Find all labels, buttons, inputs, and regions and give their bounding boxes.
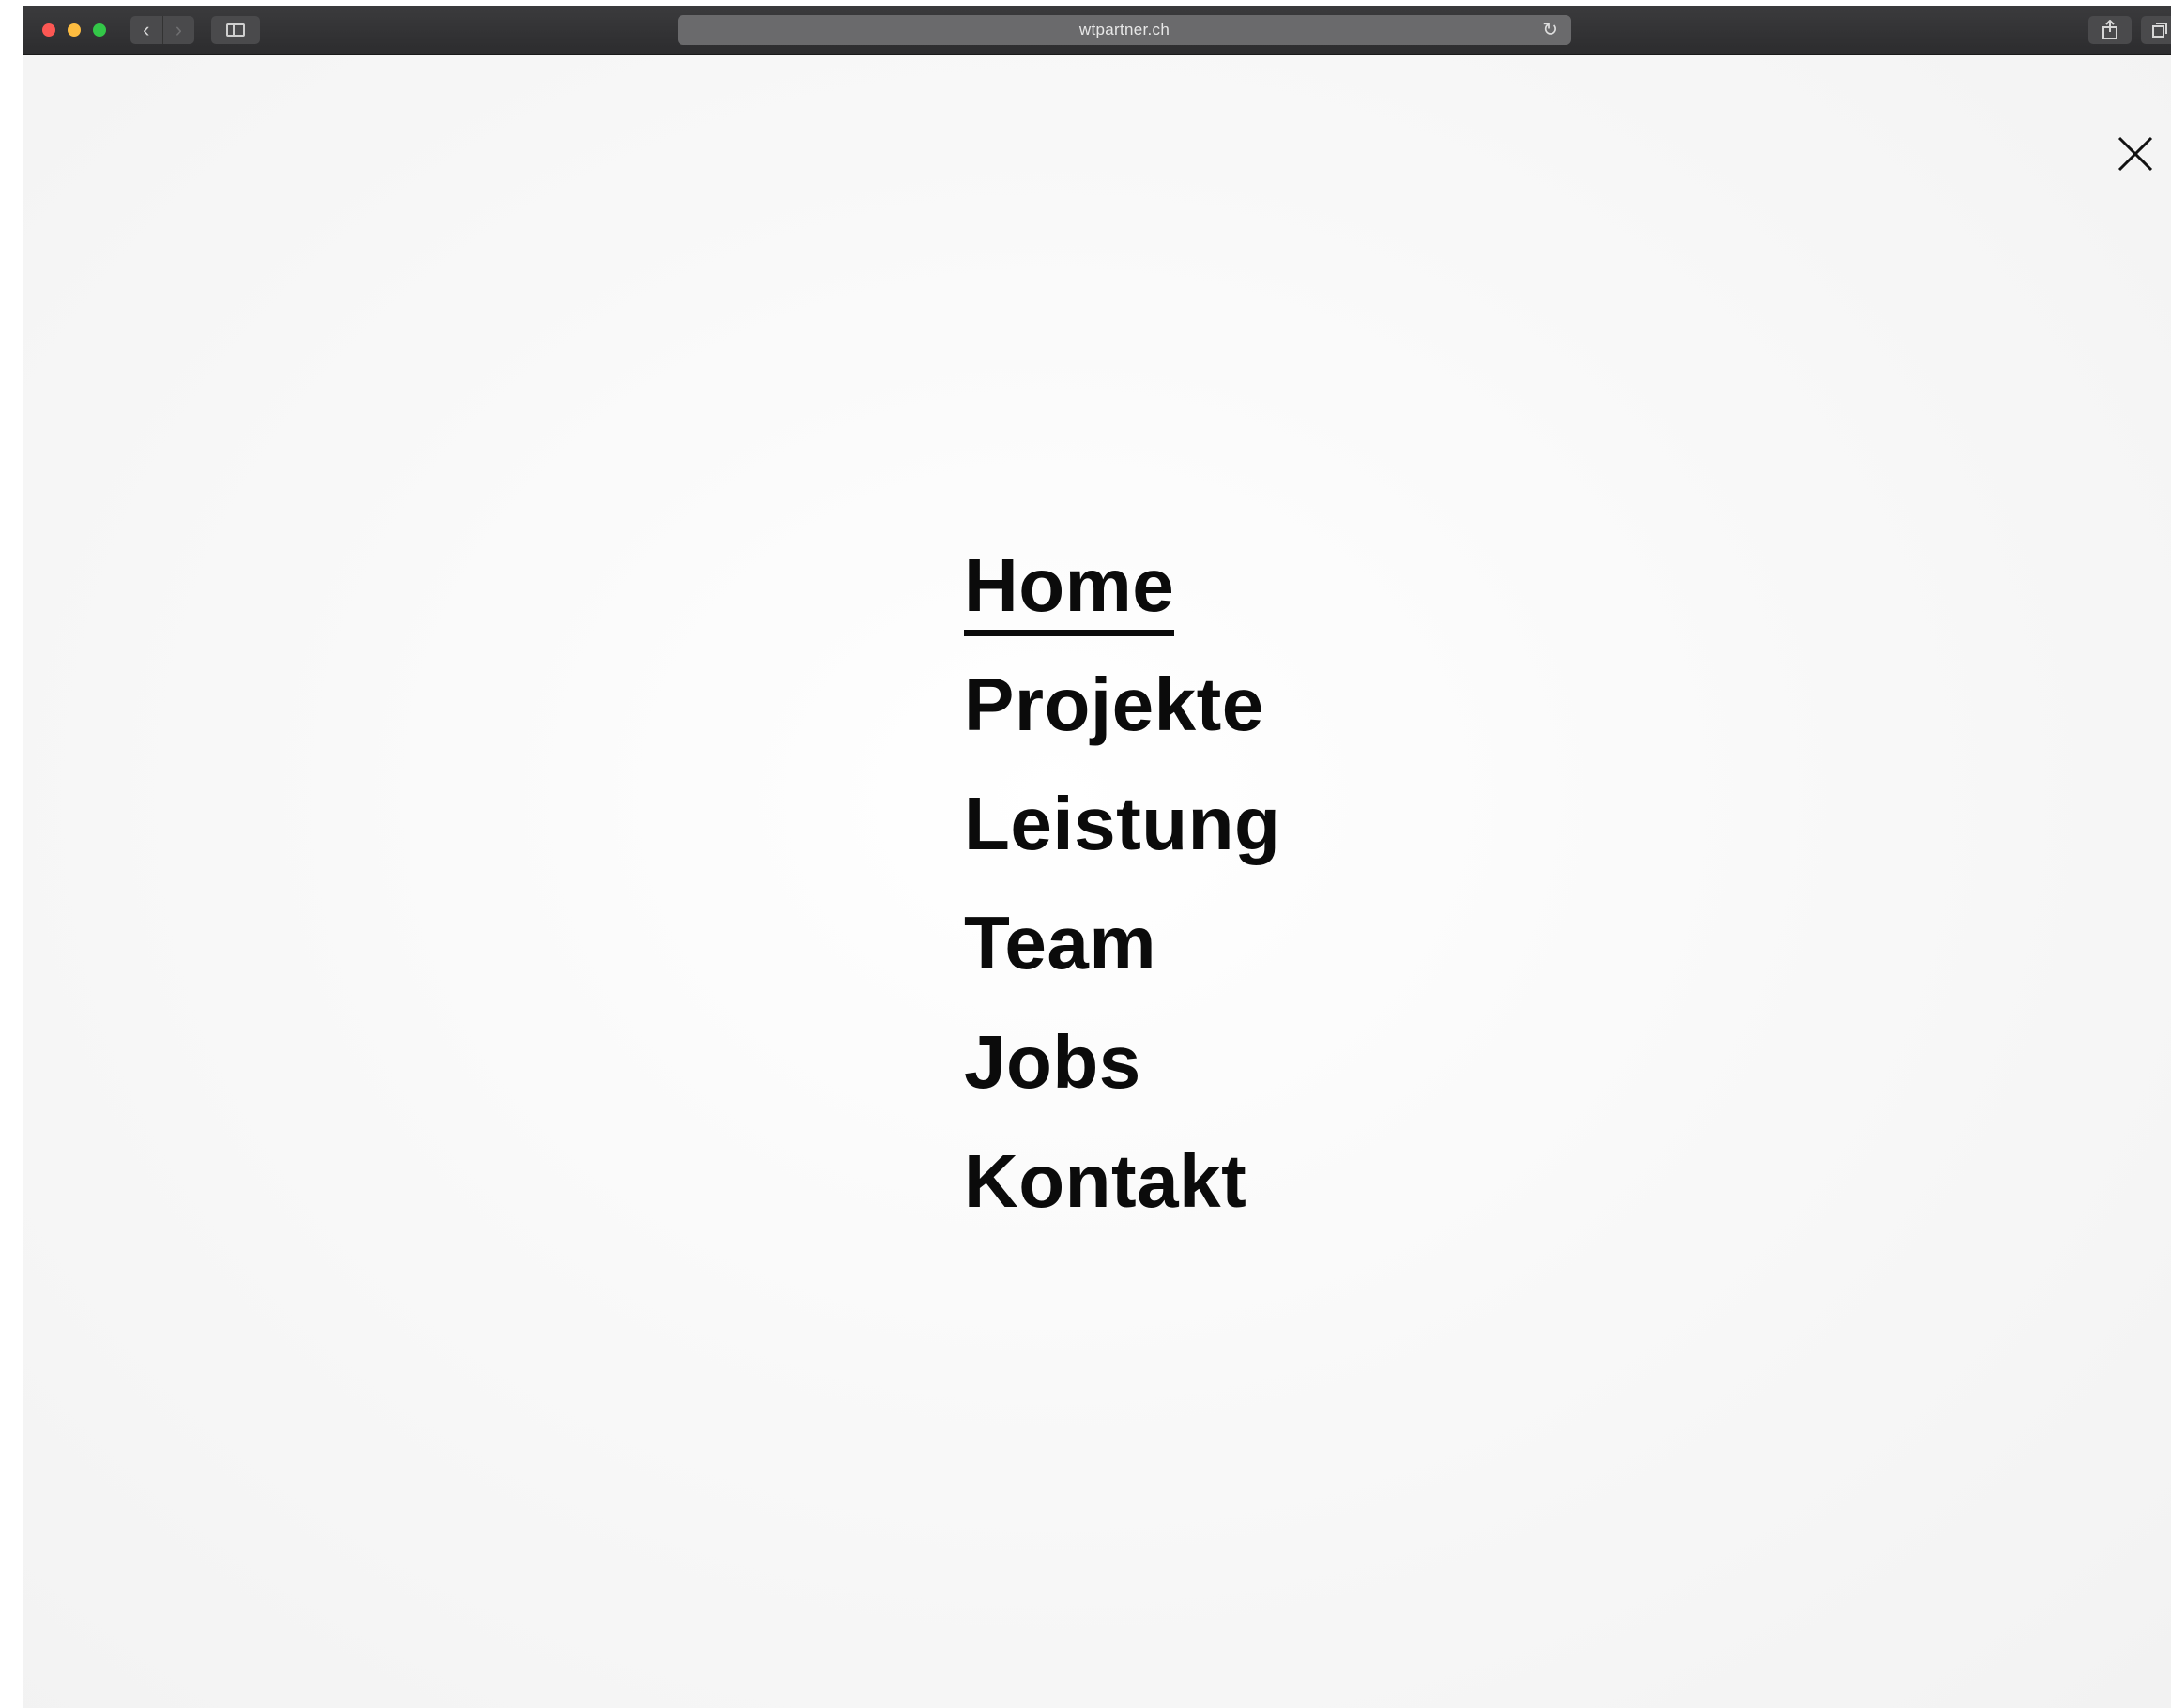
nav-link-leistung[interactable]: Leistung [964, 781, 1280, 867]
main-navigation: Home Projekte Leistung Team Jobs Kontakt [964, 542, 1280, 1258]
sidebar-toggle-button[interactable] [211, 16, 260, 44]
url-text: wtpartner.ch [1078, 21, 1170, 38]
nav-link-team[interactable]: Team [964, 900, 1156, 986]
back-button[interactable]: ‹ [130, 16, 163, 44]
tabs-overview-button[interactable] [2141, 16, 2171, 44]
close-window-button[interactable] [42, 23, 55, 37]
tabs-icon [2152, 23, 2167, 38]
nav-item-leistung: Leistung [964, 781, 1280, 900]
minimize-window-button[interactable] [68, 23, 81, 37]
browser-window: ‹ › wtpartner.ch ↻ Home Projekte Leistun… [23, 6, 2171, 1708]
sidebar-icon [226, 23, 245, 37]
nav-link-kontakt[interactable]: Kontakt [964, 1138, 1246, 1225]
address-bar[interactable]: wtpartner.ch ↻ [678, 15, 1571, 45]
reload-icon[interactable]: ↻ [1542, 19, 1558, 41]
zoom-window-button[interactable] [93, 23, 106, 37]
nav-item-team: Team [964, 900, 1280, 1019]
forward-button[interactable]: › [163, 16, 195, 44]
nav-item-home: Home [964, 542, 1280, 662]
menu-overlay: Home Projekte Leistung Team Jobs Kontakt [23, 55, 2171, 1708]
nav-link-projekte[interactable]: Projekte [964, 662, 1264, 748]
nav-item-kontakt: Kontakt [964, 1138, 1280, 1258]
share-button[interactable] [2088, 16, 2132, 44]
nav-link-jobs[interactable]: Jobs [964, 1019, 1141, 1106]
history-navigation: ‹ › [130, 16, 194, 44]
browser-toolbar: ‹ › wtpartner.ch ↻ [23, 6, 2171, 55]
close-icon[interactable] [2115, 133, 2156, 175]
nav-item-jobs: Jobs [964, 1019, 1280, 1138]
nav-link-home[interactable]: Home [964, 542, 1175, 636]
share-icon [2102, 20, 2117, 39]
nav-item-projekte: Projekte [964, 662, 1280, 781]
